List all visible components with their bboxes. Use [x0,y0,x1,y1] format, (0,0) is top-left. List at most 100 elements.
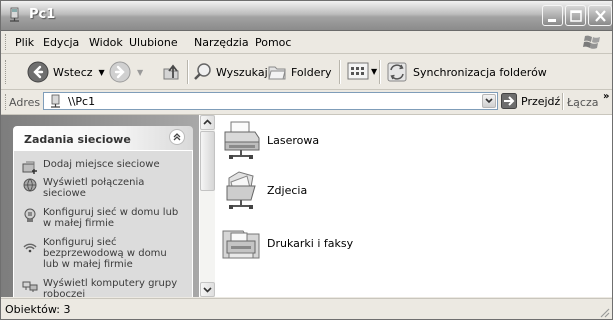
task-setup-home-network[interactable]: Konfiguruj sieć w domu lub w małej firmi… [22,207,185,229]
task-label: Wyświetl połączenia sieciowe [43,177,145,199]
file-item-laserowa[interactable]: Laserowa [219,118,319,162]
status-text: Obiektów: 3 [5,303,71,316]
toolbar-separator [562,93,564,110]
network-computer-icon [10,7,19,22]
chevron-up-icon [203,119,212,125]
toolbar-separator [379,60,381,84]
shared-printer-icon [224,121,260,159]
sync-folders-button[interactable]: Synchronizacja folderów [386,61,547,83]
views-icon [347,62,369,80]
toolbar-separator [187,60,189,84]
address-label: Adres [9,96,41,109]
network-tasks-box: Zadania sieciowe Dodaj miejsce sieciowe … [13,126,193,297]
scroll-up-button[interactable] [200,115,215,130]
search-icon [194,63,211,80]
network-tasks-list: Dodaj miejsce sieciowe Wyświetl połączen… [13,150,193,297]
toolbar-grip[interactable] [5,60,8,84]
home-network-setup-icon [24,208,36,222]
windows-logo-icon [583,35,600,49]
task-label: Wyświetl komputery grupy roboczej [43,278,178,297]
menu-tools[interactable]: Narzędzia [194,36,249,49]
views-button[interactable]: ▼ [347,61,377,81]
minimize-button[interactable] [542,5,563,26]
menu-file[interactable]: Plik [15,36,34,49]
task-setup-wireless-network[interactable]: Konfiguruj sieć bezprzewodową w domu lub… [22,237,185,270]
maximize-button[interactable] [565,5,586,26]
add-network-place-icon [22,161,37,174]
task-label: Konfiguruj sieć w domu lub w małej firmi… [43,207,179,229]
double-chevron-up-icon [173,133,181,141]
printers-faxes-icon [222,230,260,259]
resize-grip-icon[interactable] [598,306,610,318]
file-label: Zdjecia [267,183,308,197]
go-arrow-icon [501,93,517,109]
chevron-down-icon [485,98,493,104]
go-label: Przejdź [521,94,561,108]
address-value: \\Pc1 [68,95,96,108]
menu-bar: Plik Edycja Widok Ulubione Narzędzia Pom… [1,31,612,54]
maximize-icon [570,10,582,22]
close-button[interactable] [588,5,612,26]
standard-toolbar: Wstecz ▼ ▼ Wyszukaj Foldery ▼ Synchroniz… [1,54,612,90]
title-bar[interactable]: Pc1 [1,1,612,31]
wireless-setup-icon [23,243,37,253]
chevron-down-icon [203,287,212,293]
folders-label: Foldery [291,65,332,79]
network-connections-icon [23,178,37,192]
explorer-window: Pc1 Plik Edycja Widok Ulubione Narzędzia… [0,0,613,320]
shared-folder-icon [226,171,256,209]
minimize-icon [548,19,556,22]
up-folder-icon[interactable] [161,62,181,82]
forward-arrow-icon [109,61,131,83]
address-input[interactable]: \\Pc1 [43,92,498,110]
task-add-network-place[interactable]: Dodaj miejsce sieciowe [22,159,185,175]
menu-grip[interactable] [5,34,8,50]
network-computer-icon [51,94,60,108]
file-item-printers-faxes[interactable]: Drukarki i faksy [219,221,353,265]
content-area: Zadania sieciowe Dodaj miejsce sieciowe … [1,115,612,297]
file-item-zdjecia[interactable]: Zdjecia [219,168,307,212]
file-list: Laserowa Zdjecia Drukarki i faksy [215,115,612,297]
close-icon [595,10,606,22]
address-bar: Adres \\Pc1 Przejdź Łącza » [1,90,612,115]
forward-dropdown-icon[interactable]: ▼ [137,68,143,77]
back-dropdown-icon[interactable]: ▼ [99,68,105,77]
search-button[interactable]: Wyszukaj [193,62,268,82]
back-button[interactable]: Wstecz ▼ [27,61,105,83]
back-label: Wstecz [53,65,93,79]
folders-icon [268,66,286,80]
collapse-button[interactable] [169,129,185,145]
window-title: Pc1 [29,7,56,22]
network-tasks-title: Zadania sieciowe [24,133,131,146]
menu-edit[interactable]: Edycja [43,36,79,49]
network-tasks-header[interactable]: Zadania sieciowe [13,126,193,150]
go-button[interactable]: Przejdź [501,93,560,109]
forward-button[interactable]: ▼ [109,61,143,83]
task-pane: Zadania sieciowe Dodaj miejsce sieciowe … [1,115,199,297]
task-pane-scrollbar[interactable] [200,115,215,297]
address-dropdown-button[interactable] [482,94,496,108]
views-dropdown-icon[interactable]: ▼ [371,67,377,76]
back-arrow-icon [27,61,49,83]
scroll-down-button[interactable] [200,282,215,297]
menu-view[interactable]: Widok [89,36,123,49]
toolbar-separator [339,60,341,84]
chevron-more-icon[interactable]: » [603,91,609,102]
task-view-workgroup-computers[interactable]: Wyświetl komputery grupy roboczej [22,278,185,297]
search-label: Wyszukaj [216,65,268,79]
menu-help[interactable]: Pomoc [255,36,291,49]
folders-button[interactable]: Foldery [267,62,332,82]
status-bar: Obiektów: 3 [1,298,612,319]
workgroup-computers-icon [22,281,38,292]
file-label: Laserowa [267,133,320,147]
scroll-thumb[interactable] [200,131,215,191]
file-label: Drukarki i faksy [267,236,354,250]
sync-folders-label: Synchronizacja folderów [413,65,547,79]
task-label: Dodaj miejsce sieciowe [43,159,160,170]
sync-folders-icon [387,62,407,82]
task-view-network-connections[interactable]: Wyświetl połączenia sieciowe [22,177,185,199]
address-grip[interactable] [5,94,8,110]
links-toolbar[interactable]: Łącza [567,96,599,109]
task-label: Konfiguruj sieć bezprzewodową w domu lub… [43,237,167,270]
menu-favorites[interactable]: Ulubione [129,36,178,49]
